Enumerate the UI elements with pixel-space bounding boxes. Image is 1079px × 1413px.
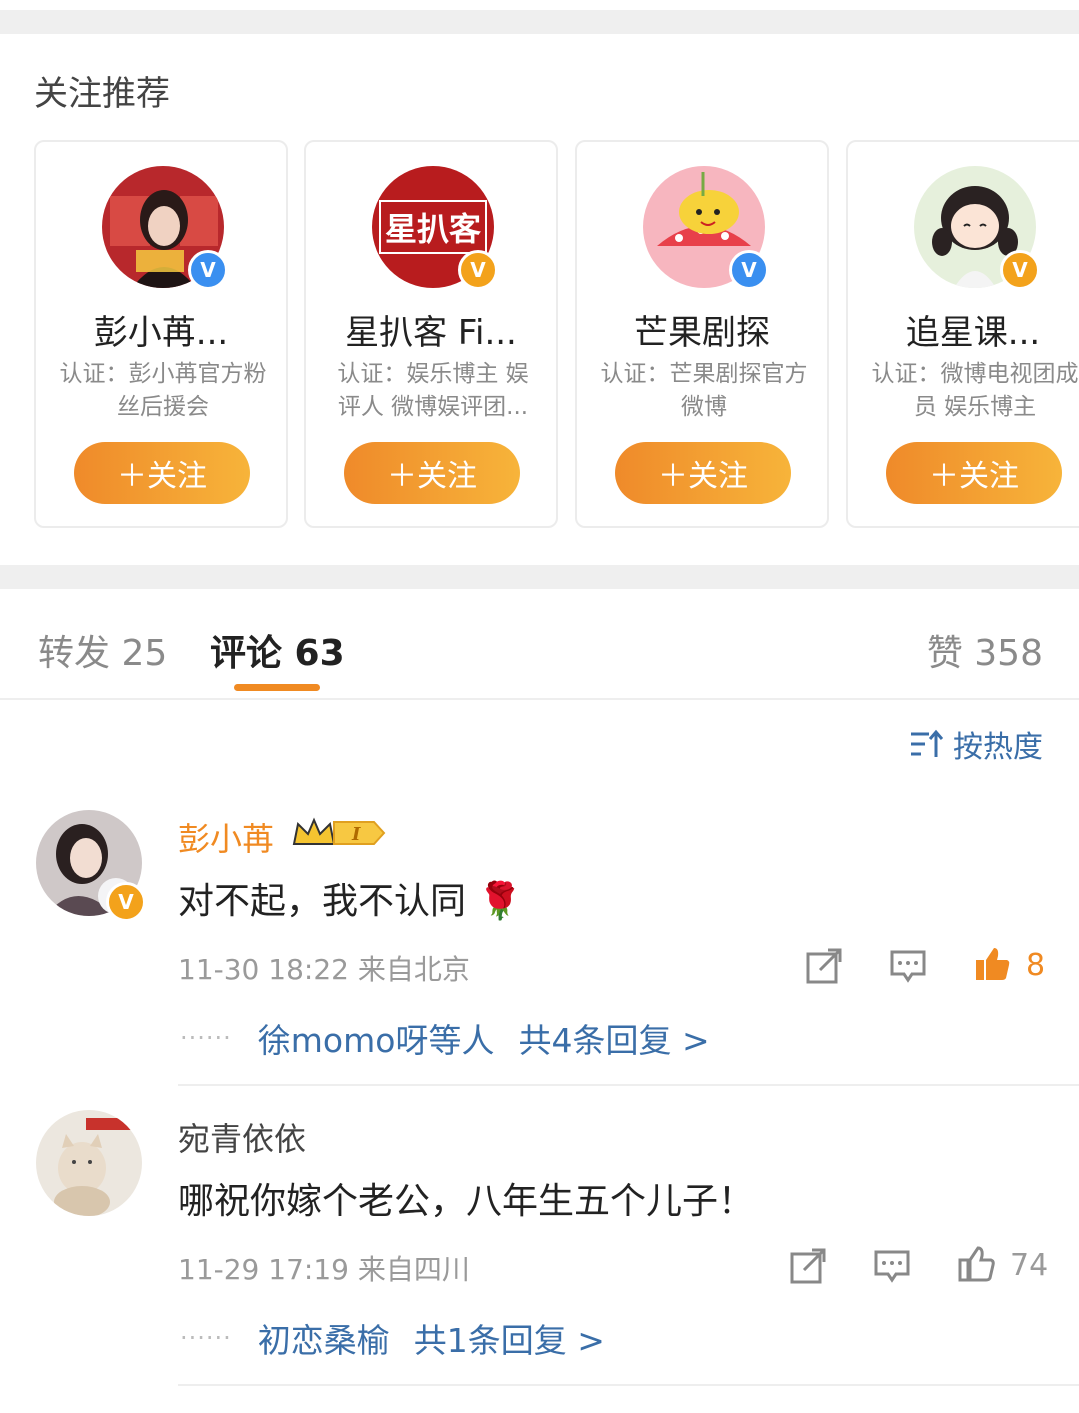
follow-button[interactable]: ＋关注 — [886, 442, 1062, 504]
comment-meta: 11-29 17:19 来自四川 — [178, 1253, 470, 1286]
verified-badge-icon: V — [458, 250, 498, 290]
reply-count: 共4条回复 > — [518, 1021, 710, 1060]
vip-crown-icon: I — [292, 817, 386, 845]
verified-badge-icon: V — [1000, 250, 1040, 290]
reply-count: 共1条回复 > — [413, 1321, 605, 1360]
card-description: 认证：芒果剧探官方微博 — [600, 361, 808, 420]
sort-by-hot-button[interactable]: 按热度 — [909, 722, 1043, 766]
comment-text: 对不起，我不认同 🌹 — [178, 881, 523, 922]
section-divider-bar — [0, 565, 1079, 589]
comment-text: 哪祝你嫁个老公，八年生五个儿子！ — [178, 1181, 755, 1222]
tab-comment[interactable]: 评论 63 — [210, 624, 345, 676]
verified-badge-icon: V — [188, 250, 228, 290]
top-divider-bar — [0, 10, 1079, 34]
recommend-title: 关注推荐 — [34, 74, 170, 114]
card-name: 彭小苒... — [93, 313, 229, 353]
comment-meta: 11-30 18:22 来自北京 — [178, 953, 470, 986]
active-tab-indicator — [234, 684, 320, 691]
reply-users: 初恋桑榆 — [257, 1321, 390, 1360]
like-count: 74 — [1010, 1248, 1049, 1283]
recommend-card[interactable]: 星扒客 V 星扒客 Fi... 认证：娱乐博主 娱评人 微博娱评团... ＋关注 — [304, 140, 558, 528]
card-description: 认证：彭小苒官方粉丝后援会 — [59, 361, 267, 420]
verified-badge-icon: V — [729, 250, 769, 290]
like-thumb-icon[interactable] — [956, 1244, 996, 1284]
recommend-cards-row[interactable]: V 彭小苒... 认证：彭小苒官方粉丝后援会 ＋关注 星扒客 V 星扒客 Fi.… — [34, 140, 1079, 530]
avatar[interactable]: V — [643, 166, 769, 290]
tab-repost[interactable]: 转发 25 — [38, 624, 167, 676]
follow-button[interactable]: ＋关注 — [344, 442, 520, 504]
comment-username[interactable]: 彭小苒 — [178, 814, 274, 860]
card-name: 芒果剧探 — [634, 313, 770, 353]
card-name: 星扒客 Fi... — [345, 313, 517, 353]
reply-summary-link[interactable]: ······ 徐momo呀等人 共4条回复 > — [180, 1014, 710, 1062]
avatar[interactable]: V — [102, 166, 228, 290]
avatar[interactable] — [36, 1110, 142, 1216]
crown-level: I — [351, 824, 361, 845]
tab-like[interactable]: 赞 358 — [927, 624, 1043, 676]
recommend-card[interactable]: V 追星课... 认证：微博电视团成员 娱乐博主 ＋关注 — [846, 140, 1079, 528]
avatar[interactable]: 星扒客 V — [372, 166, 498, 290]
reply-dots: ······ — [180, 1324, 232, 1352]
reply-dots: ······ — [180, 1024, 232, 1052]
card-description: 认证：微博电视团成员 娱乐博主 — [871, 361, 1079, 420]
share-icon[interactable] — [804, 946, 844, 986]
comment-bubble-icon[interactable] — [888, 946, 928, 986]
comment-bubble-icon[interactable] — [872, 1246, 912, 1286]
avatar[interactable]: V — [914, 166, 1040, 290]
logo-text: 星扒客 — [378, 200, 487, 254]
like-count: 8 — [1026, 948, 1046, 983]
interaction-tabs: 转发 25 评论 63 赞 358 — [0, 590, 1079, 700]
reply-summary-link[interactable]: ······ 初恋桑榆 共1条回复 > — [180, 1314, 605, 1362]
share-icon[interactable] — [788, 1246, 828, 1286]
sort-icon — [911, 729, 943, 757]
card-name: 追星课... — [905, 313, 1041, 353]
comment-divider — [178, 1084, 1079, 1086]
sort-label: 按热度 — [953, 730, 1043, 765]
follow-button[interactable]: ＋关注 — [615, 442, 791, 504]
like-thumb-icon[interactable] — [972, 944, 1012, 984]
card-description: 认证：娱乐博主 娱评人 微博娱评团... — [337, 361, 529, 420]
recommend-card[interactable]: V 芒果剧探 认证：芒果剧探官方微博 ＋关注 — [575, 140, 829, 528]
reply-users: 徐momo呀等人 — [257, 1021, 495, 1060]
verified-badge-icon: V — [106, 882, 146, 922]
comment-divider — [178, 1384, 1079, 1386]
recommend-card[interactable]: V 彭小苒... 认证：彭小苒官方粉丝后援会 ＋关注 — [34, 140, 288, 528]
comment-username[interactable]: 宛青依依 — [178, 1114, 306, 1160]
follow-button[interactable]: ＋关注 — [74, 442, 250, 504]
